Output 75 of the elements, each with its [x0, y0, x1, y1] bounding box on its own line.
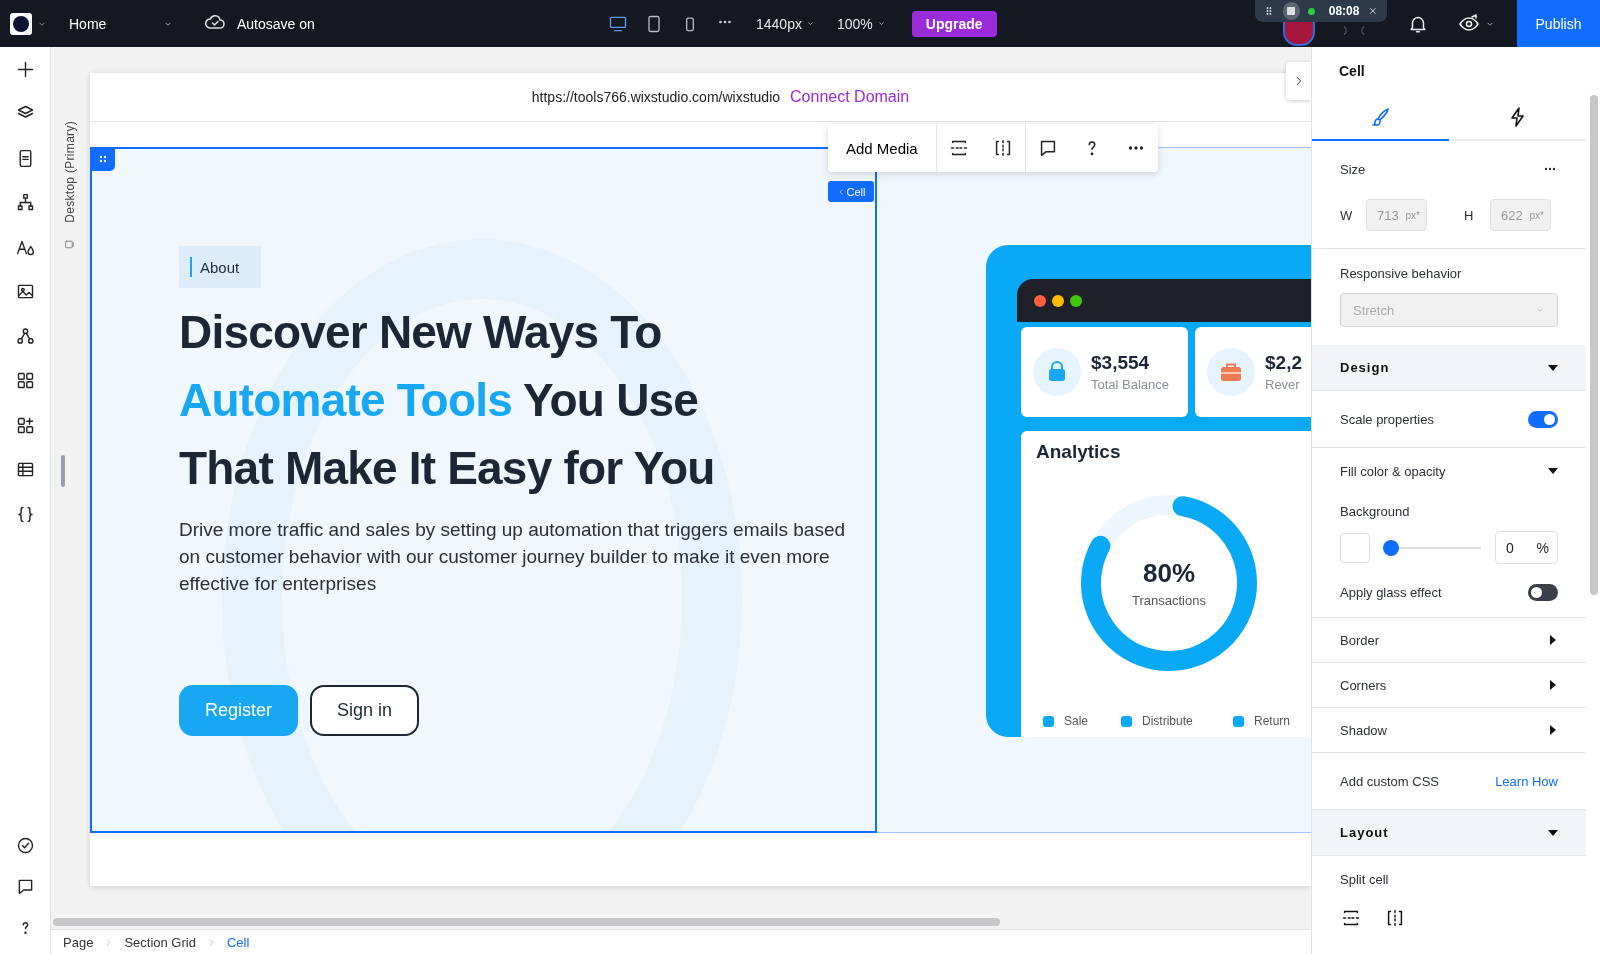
site-url: https://tools766.wixstudio.com/wixstudio: [531, 89, 781, 105]
donut-caption: Transactions: [1132, 593, 1206, 608]
height-label: H: [1464, 207, 1475, 223]
nodes-icon[interactable]: [14, 325, 36, 347]
expanded-arrow-icon[interactable]: [1548, 827, 1558, 838]
recording-time: 08:08: [1328, 4, 1360, 18]
autosave-status: Autosave on: [237, 15, 315, 32]
collapsed-arrow-icon[interactable]: [1548, 680, 1558, 690]
scrollbar-thumb[interactable]: [1590, 95, 1598, 595]
device-icon: [63, 238, 76, 251]
drag-handle[interactable]: [90, 147, 115, 171]
setting-label: Size: [1340, 161, 1366, 177]
zoom-dropdown[interactable]: 100%: [836, 15, 886, 32]
donut-value: 80%: [1142, 558, 1195, 589]
legend-label: Distribute: [1142, 714, 1193, 728]
legend-label: Return: [1254, 714, 1291, 728]
breadcrumb-link[interactable]: Section Grid: [124, 934, 196, 950]
expanded-arrow-icon[interactable]: [1548, 362, 1558, 373]
setting-label: Apply glass effect: [1340, 585, 1442, 600]
panel-title: Cell: [1338, 61, 1366, 81]
setting-label: Add custom CSS: [1340, 773, 1439, 789]
stat-label: Rever: [1265, 377, 1301, 392]
close-icon[interactable]: [1367, 5, 1379, 17]
cell-tag[interactable]: Cell: [828, 181, 874, 202]
setting-label: Split cell: [1340, 872, 1390, 887]
upgrade-button[interactable]: Upgrade: [911, 10, 997, 37]
setting-label: Scale properties: [1340, 411, 1434, 427]
section-header[interactable]: Design: [1312, 345, 1586, 391]
stat-label: Total Balance: [1091, 377, 1170, 392]
stop-button[interactable]: [1282, 2, 1300, 20]
slider-thumb[interactable]: [1383, 539, 1399, 556]
scrollbar-thumb[interactable]: [53, 918, 1000, 926]
opacity-field[interactable]: 0 %: [1495, 531, 1558, 564]
learn-how-link[interactable]: Learn How: [1495, 773, 1558, 789]
headline: Discover New Ways To Automate Tools You Use That Make It Easy for You: [179, 305, 716, 496]
sign-in-button[interactable]: Sign in: [310, 685, 420, 736]
stat-amount: $2,2: [1265, 352, 1302, 374]
color-swatch[interactable]: [1340, 532, 1370, 563]
toggle-switch[interactable]: [1528, 410, 1558, 428]
publish-button[interactable]: Publish: [1517, 0, 1600, 47]
section-header[interactable]: Layout: [1312, 810, 1586, 856]
briefcase-icon: [1207, 348, 1255, 396]
resize-handle[interactable]: [61, 455, 65, 487]
width-label: W: [1340, 207, 1354, 223]
page-dropdown[interactable]: Home: [69, 15, 173, 32]
connect-domain-link[interactable]: Connect Domain: [790, 88, 910, 106]
analytics-title: Analytics: [1036, 441, 1122, 463]
breadcrumb-link[interactable]: Page: [63, 934, 94, 950]
window-dot: [1052, 294, 1064, 307]
setting-label: Responsive behavior: [1340, 266, 1463, 281]
window-dot: [1070, 294, 1082, 307]
breadcrumb-link[interactable]: Cell: [226, 934, 250, 950]
legend-label: Sale: [1064, 714, 1089, 728]
site-logo[interactable]: [10, 12, 32, 35]
setting-label: Background: [1340, 504, 1411, 519]
breakpoint-dropdown[interactable]: 1440px: [756, 15, 815, 32]
section-tag: About: [179, 246, 262, 288]
expanded-arrow-icon[interactable]: [1548, 466, 1558, 476]
group-label[interactable]: Shadow: [1340, 722, 1387, 738]
avatar[interactable]: [1283, 22, 1315, 46]
body-text: Drive more traffic and sales by setting up automation that triggers emails based on customer behavior with our customer journey builder to make it even more effective for enterprises: [179, 518, 847, 596]
group-label[interactable]: Corners: [1340, 677, 1387, 693]
collapsed-arrow-icon[interactable]: [1548, 635, 1558, 645]
window-dot: [1034, 294, 1046, 307]
caret-icon: [805, 19, 815, 28]
toggle-switch[interactable]: [1528, 584, 1558, 601]
breakpoint-label: Desktop (Primary): [63, 121, 77, 223]
bag-icon: [1033, 348, 1081, 396]
add-media-button[interactable]: Add Media: [828, 124, 937, 172]
group-label[interactable]: Border: [1340, 632, 1380, 648]
caret-icon: [876, 19, 886, 28]
stat-amount: $3,554: [1091, 352, 1151, 374]
collapsed-arrow-icon[interactable]: [1548, 725, 1558, 735]
group-label[interactable]: Fill color & opacity: [1340, 463, 1446, 479]
recording-dot: [1307, 7, 1315, 15]
